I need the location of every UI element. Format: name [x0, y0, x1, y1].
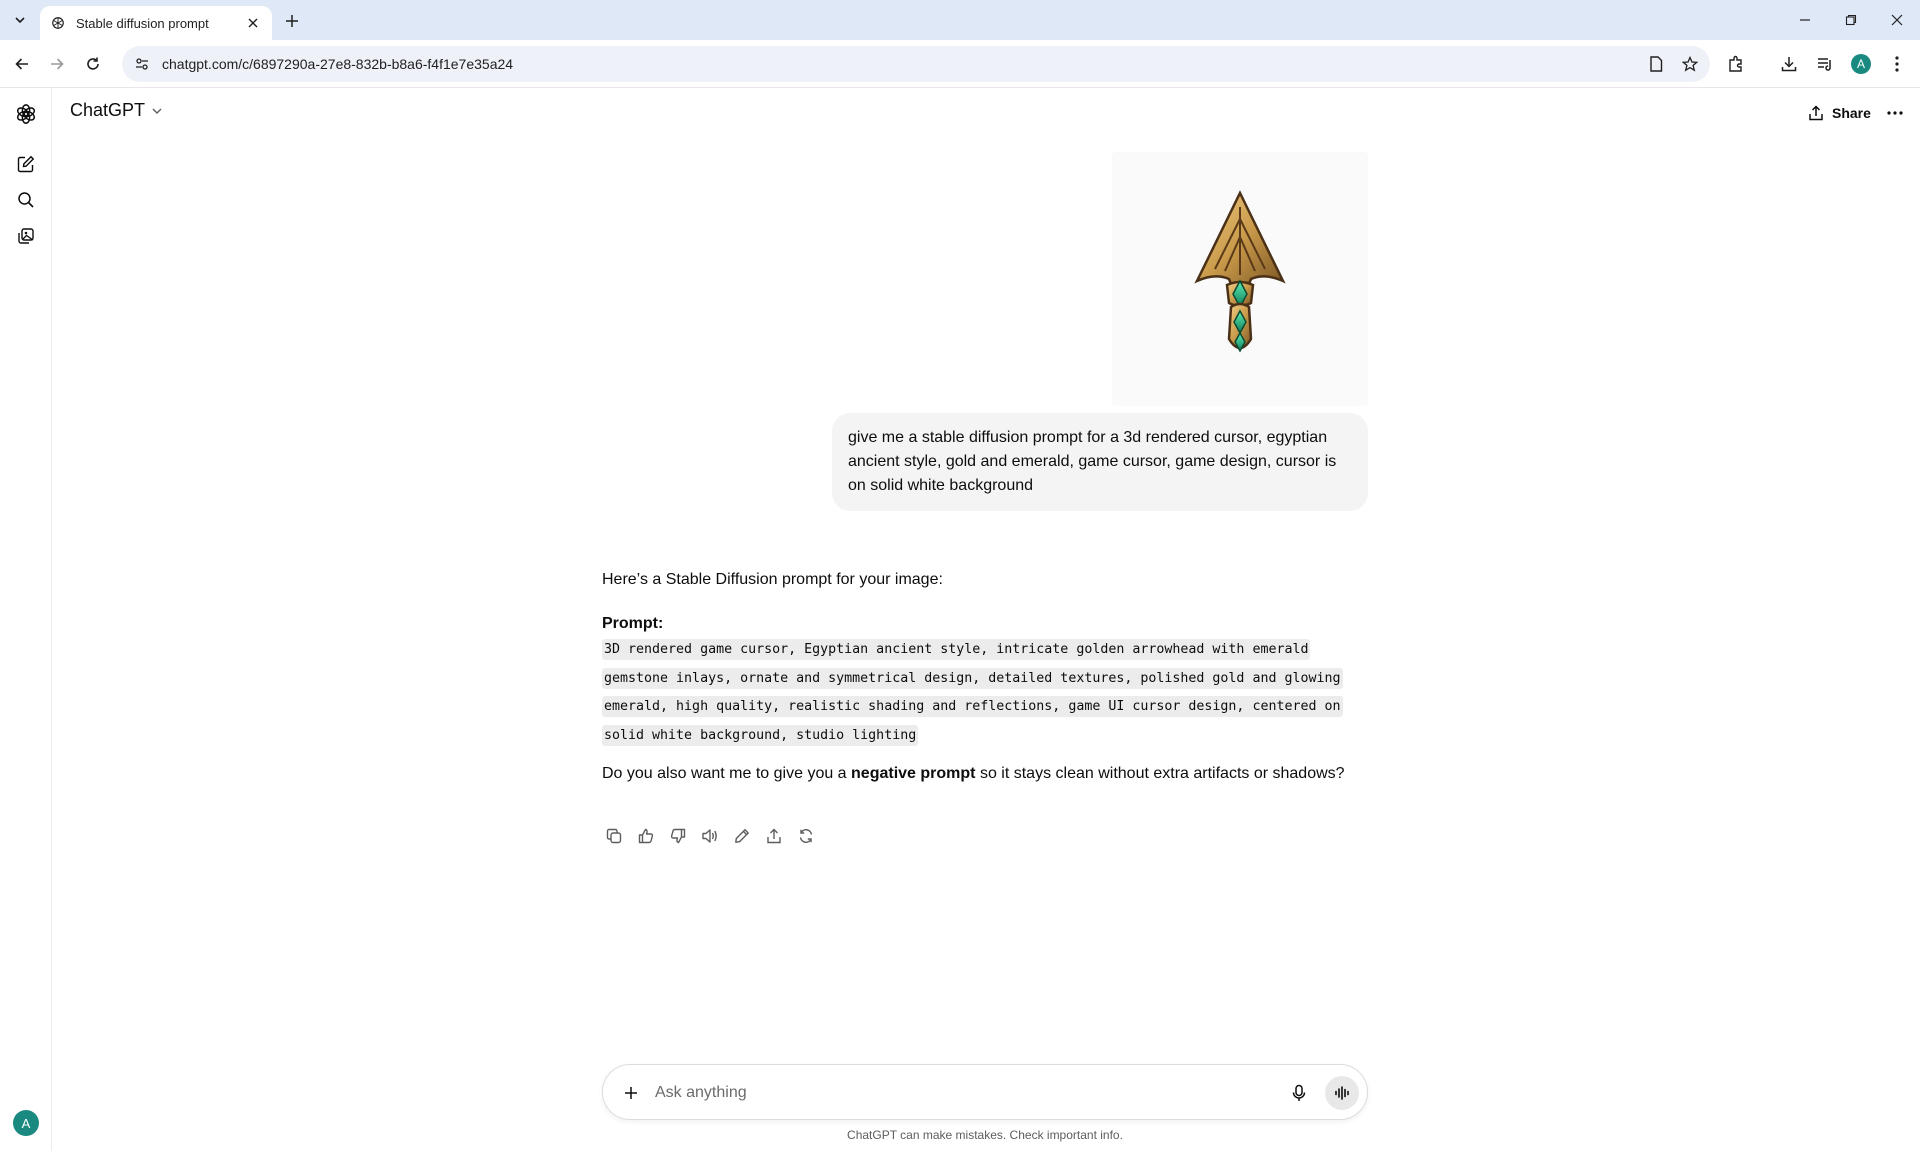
- forward-icon: [51, 58, 64, 70]
- regenerate-button[interactable]: [792, 822, 820, 850]
- site-info-icon: [136, 58, 148, 70]
- minimize-button[interactable]: [1782, 0, 1828, 40]
- user-avatar[interactable]: A: [13, 1110, 39, 1136]
- minimize-icon: [1800, 19, 1810, 21]
- url-text: chatgpt.com/c/6897290a-27e8-832b-b8a6-f4…: [162, 56, 514, 72]
- back-icon: [15, 58, 28, 70]
- bad-response-button[interactable]: [664, 822, 692, 850]
- page-info-button[interactable]: [1642, 50, 1670, 78]
- extensions-icon: [1729, 55, 1742, 72]
- plus-icon: [625, 1087, 637, 1099]
- browser-tabbar: Stable diffusion prompt: [0, 0, 1920, 40]
- search-icon: [18, 192, 34, 208]
- followup-text-after: so it stays clean without extra artifact…: [975, 765, 1345, 782]
- page-icon: [1650, 56, 1663, 72]
- profile-avatar: A: [1851, 54, 1871, 74]
- share-icon: [767, 828, 781, 844]
- copy-button[interactable]: [600, 822, 628, 850]
- search-chats-button[interactable]: [12, 186, 40, 214]
- user-uploaded-image[interactable]: [1112, 152, 1368, 406]
- chatgpt-logo-icon: [50, 15, 66, 31]
- media-icon: [1818, 58, 1831, 71]
- new-chat-button[interactable]: [12, 150, 40, 178]
- star-icon: [1682, 56, 1698, 72]
- forward-button[interactable]: [43, 50, 71, 78]
- library-button[interactable]: [12, 222, 40, 250]
- new-tab-button[interactable]: [280, 9, 304, 33]
- prompt-label: Prompt:: [602, 615, 664, 632]
- share-button[interactable]: Share: [1800, 98, 1879, 128]
- read-aloud-icon: [702, 829, 717, 843]
- close-icon: [248, 18, 258, 28]
- assistant-message: Here’s a Stable Diffusion prompt for you…: [602, 568, 1368, 786]
- message-actions: [600, 822, 820, 850]
- downloads-button[interactable]: [1775, 50, 1803, 78]
- assistant-intro: Here’s a Stable Diffusion prompt for you…: [602, 571, 943, 588]
- good-response-button[interactable]: [632, 822, 660, 850]
- copy-icon: [606, 828, 622, 844]
- profile-button[interactable]: A: [1847, 50, 1875, 78]
- regenerate-icon: [799, 829, 813, 843]
- egyptian-arrow-cursor-image: [1194, 190, 1286, 353]
- bookmark-button[interactable]: [1676, 50, 1704, 78]
- site-info-button[interactable]: [128, 50, 156, 78]
- menu-dots-icon: [1887, 111, 1903, 115]
- voice-mode-button[interactable]: [1325, 1076, 1359, 1110]
- followup-text-before: Do you also want me to give you a: [602, 765, 852, 782]
- thumbs-up-icon: [638, 828, 654, 844]
- model-switcher[interactable]: ChatGPT: [70, 100, 163, 121]
- close-window-button[interactable]: [1874, 0, 1920, 40]
- user-message: give me a stable diffusion prompt for a …: [832, 413, 1368, 511]
- extensions-button[interactable]: [1722, 50, 1750, 78]
- close-tab-button[interactable]: [244, 14, 262, 32]
- download-icon: [1781, 57, 1797, 72]
- chatgpt-home-button[interactable]: [12, 100, 40, 128]
- conversation-options-button[interactable]: [1880, 98, 1910, 128]
- browser-tab-active[interactable]: Stable diffusion prompt: [40, 6, 272, 40]
- new-chat-icon: [17, 155, 35, 173]
- followup-bold: negative prompt: [851, 765, 976, 782]
- sidebar: A: [0, 88, 52, 1151]
- browser-menu-button[interactable]: [1883, 50, 1911, 78]
- dictate-button[interactable]: [1283, 1077, 1315, 1109]
- share-label: Share: [1832, 105, 1871, 121]
- close-icon: [1891, 14, 1903, 26]
- chevron-down-icon: [152, 108, 162, 114]
- app-header: ChatGPT Share: [52, 88, 1920, 138]
- tab-search-button[interactable]: [8, 8, 32, 32]
- restore-button[interactable]: [1828, 0, 1874, 40]
- edit-in-canvas-button[interactable]: [728, 822, 756, 850]
- back-button[interactable]: [8, 50, 36, 78]
- prompt-code-text: 3D rendered game cursor, Egyptian ancien…: [602, 639, 1343, 746]
- mic-icon: [1292, 1084, 1306, 1101]
- share-message-button[interactable]: [760, 822, 788, 850]
- reload-button[interactable]: [79, 50, 107, 78]
- assistant-followup: Do you also want me to give you a negati…: [602, 762, 1368, 786]
- chatgpt-logo-icon: [16, 104, 36, 124]
- address-bar[interactable]: chatgpt.com/c/6897290a-27e8-832b-b8a6-f4…: [122, 46, 1710, 82]
- model-name: ChatGPT: [70, 100, 146, 120]
- share-icon: [1809, 105, 1823, 121]
- tab-title: Stable diffusion prompt: [76, 15, 209, 31]
- menu-dots-icon: [1895, 56, 1899, 72]
- browser-toolbar: chatgpt.com/c/6897290a-27e8-832b-b8a6-f4…: [0, 40, 1920, 88]
- chat-input[interactable]: [655, 1079, 1255, 1107]
- media-controls-button[interactable]: [1811, 50, 1839, 78]
- message-composer: [602, 1064, 1368, 1120]
- maximize-icon: [1845, 14, 1857, 26]
- plus-icon: [286, 15, 298, 27]
- edit-icon: [735, 829, 749, 843]
- thumbs-down-icon: [670, 828, 686, 844]
- disclaimer: ChatGPT can make mistakes. Check importa…: [847, 1128, 1123, 1142]
- chevron-down-icon: [15, 17, 25, 24]
- voice-mode-icon: [1335, 1086, 1349, 1100]
- read-aloud-button[interactable]: [696, 822, 724, 850]
- library-icon: [18, 228, 34, 244]
- prompt-code-block: 3D rendered game cursor, Egyptian ancien…: [602, 636, 1368, 750]
- reload-icon: [87, 57, 99, 70]
- attach-button[interactable]: [615, 1077, 647, 1109]
